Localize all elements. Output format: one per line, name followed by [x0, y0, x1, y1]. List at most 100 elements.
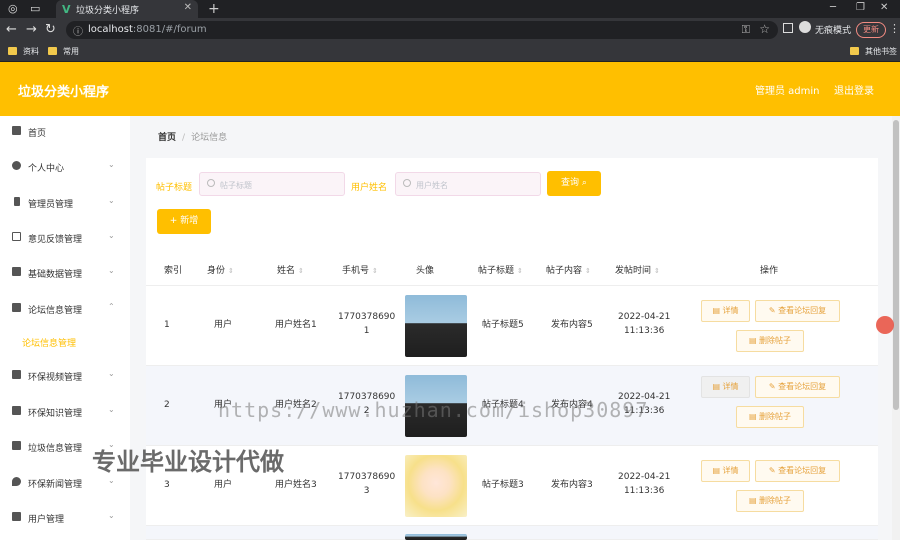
- breadcrumb: 首页 / 论坛信息: [158, 130, 227, 143]
- bookmark-folder[interactable]: 资料: [8, 46, 39, 57]
- delete-button[interactable]: ▤ 删除帖子: [736, 330, 804, 352]
- sort-icon: ⇕: [654, 267, 660, 275]
- bookmarks-bar: 资料 常用 其他书签: [0, 42, 900, 62]
- col-phone[interactable]: 手机号 ⇕: [342, 263, 378, 276]
- phone-icon: [14, 197, 20, 206]
- key-icon[interactable]: ⚿: [742, 23, 750, 37]
- copy-icon: [12, 232, 21, 241]
- location-icon: [12, 477, 21, 486]
- chevron-down-icon: ⌄: [108, 231, 115, 240]
- info-icon[interactable]: ⓘ: [73, 23, 83, 38]
- url-host: localhost: [88, 24, 133, 35]
- globe-icon[interactable]: ◎: [8, 3, 18, 15]
- delete-icon: ▤: [748, 336, 757, 345]
- incognito-icon: [799, 21, 811, 33]
- browser-tab-bar: ◎ ▭ V 垃圾分类小程序 ✕ + ─ ❐ ✕: [0, 0, 900, 18]
- folder-icon: [8, 47, 17, 55]
- col-name[interactable]: 姓名 ⇕: [277, 263, 304, 276]
- cell-name: 用户姓名1: [275, 320, 317, 330]
- scrollbar-thumb[interactable]: [893, 120, 899, 410]
- minimize-icon[interactable]: ─: [830, 2, 836, 13]
- back-icon[interactable]: ←: [6, 22, 17, 37]
- detail-button[interactable]: ▤ 详情: [701, 376, 750, 398]
- avatar: [405, 455, 467, 517]
- restore-icon[interactable]: ❐: [856, 2, 865, 13]
- view-replies-button[interactable]: ✎ 查看论坛回复: [755, 300, 840, 322]
- name-filter-input[interactable]: 用户姓名: [395, 172, 541, 196]
- folder-icon: [48, 47, 57, 55]
- reload-icon[interactable]: ↻: [45, 22, 56, 37]
- detail-icon: ▤: [712, 466, 720, 475]
- update-button[interactable]: 更新: [856, 22, 886, 38]
- cell-index: 1: [164, 320, 170, 330]
- window-icon[interactable]: ▭: [30, 3, 40, 15]
- sidebar-item-feedback[interactable]: 意见反馈管理 ⌄: [0, 226, 130, 250]
- title-filter-input[interactable]: 帖子标题: [199, 172, 345, 196]
- bookmark-star-icon[interactable]: ☆: [759, 22, 770, 36]
- text-watermark: 专业毕业设计代做: [92, 448, 284, 476]
- folder-icon: [850, 47, 859, 55]
- view-replies-button[interactable]: ✎ 查看论坛回复: [755, 376, 840, 398]
- col-content[interactable]: 帖子内容 ⇕: [546, 263, 591, 276]
- delete-button[interactable]: ▤ 删除帖子: [736, 490, 804, 512]
- close-window-icon[interactable]: ✕: [880, 2, 888, 13]
- sort-icon: ⇕: [228, 267, 234, 275]
- col-time[interactable]: 发帖时间 ⇕: [615, 263, 660, 276]
- logout-link[interactable]: 退出登录: [834, 82, 874, 97]
- col-avatar: 头像: [416, 266, 435, 276]
- cell-phone: 1770378690 1: [338, 312, 396, 336]
- url-field[interactable]: ⓘ localhost:8081/#/forum ⚿ ☆: [66, 21, 778, 39]
- view-replies-button[interactable]: ✎ 查看论坛回复: [755, 460, 840, 482]
- app-title: 垃圾分类小程序: [18, 85, 110, 100]
- table-row: 1 用户 用户姓名1 1770378690 1 帖子标题5 发布内容5 2022-…: [146, 286, 878, 366]
- admin-label[interactable]: 管理员 admin: [755, 82, 820, 97]
- sidebar-item-home[interactable]: 首页: [0, 120, 130, 144]
- flag-icon: [12, 370, 21, 379]
- cell-phone: 1770378690 3: [338, 472, 396, 496]
- address-bar: ← → ↻ ⓘ localhost:8081/#/forum ⚿ ☆ 无痕模式 …: [0, 18, 900, 42]
- grid-icon: [12, 267, 21, 276]
- plus-icon: +: [169, 216, 178, 226]
- chevron-down-icon: ⌄: [108, 266, 115, 275]
- sidebar-item-forum[interactable]: 论坛信息管理 ⌃: [0, 297, 130, 321]
- breadcrumb-home[interactable]: 首页: [158, 133, 176, 143]
- search-icon: [207, 179, 215, 187]
- sort-icon: ⇕: [585, 267, 591, 275]
- query-button[interactable]: 查询 ⌕: [547, 171, 601, 196]
- sort-icon: ⇕: [517, 267, 523, 275]
- cell-time: 2022-04-21 11:13:36: [618, 472, 671, 496]
- add-button[interactable]: + 新增: [157, 209, 211, 234]
- sidebar-item-admins[interactable]: 管理员管理 ⌄: [0, 191, 130, 215]
- col-role[interactable]: 身份 ⇕: [207, 263, 234, 276]
- sidebar-item-basedata[interactable]: 基础数据管理 ⌄: [0, 261, 130, 285]
- close-tab-icon[interactable]: ✕: [184, 2, 192, 13]
- other-bookmarks[interactable]: 其他书签: [850, 46, 897, 57]
- sort-icon: ⇕: [298, 267, 304, 275]
- detail-button[interactable]: ▤ 详情: [701, 460, 750, 482]
- sidebar-item-videos[interactable]: 环保视频管理 ⌄: [0, 364, 130, 388]
- home-icon: [12, 126, 21, 135]
- name-filter-label: 用户姓名: [351, 183, 388, 193]
- chevron-down-icon: ⌄: [108, 405, 115, 414]
- side-panel-icon[interactable]: [783, 23, 793, 33]
- cell-role: 用户: [214, 480, 233, 490]
- bookmark-folder[interactable]: 常用: [48, 46, 79, 57]
- sidebar-item-users[interactable]: 用户管理 ⌄: [0, 506, 130, 530]
- tab-title: 垃圾分类小程序: [76, 6, 140, 16]
- chevron-down-icon: ⌄: [108, 196, 115, 205]
- delete-button[interactable]: ▤ 删除帖子: [736, 406, 804, 428]
- sidebar-subitem-forum[interactable]: 论坛信息管理: [0, 332, 130, 352]
- more-menu-icon[interactable]: ⋮: [889, 22, 900, 35]
- cell-index: 2: [164, 400, 170, 410]
- new-tab-icon[interactable]: +: [208, 1, 220, 17]
- cell-name: 用户姓名3: [275, 480, 317, 490]
- incognito-label: 无痕模式: [815, 26, 852, 36]
- browser-tab[interactable]: V 垃圾分类小程序 ✕: [56, 0, 198, 18]
- col-title[interactable]: 帖子标题 ⇕: [478, 263, 523, 276]
- chevron-up-icon: ⌃: [108, 302, 115, 311]
- sidebar-item-profile[interactable]: 个人中心 ⌄: [0, 155, 130, 179]
- cell-content: 发布内容3: [551, 480, 593, 490]
- detail-button[interactable]: ▤ 详情: [701, 300, 750, 322]
- sidebar-item-knowledge[interactable]: 环保知识管理 ⌄: [0, 400, 130, 424]
- forward-icon[interactable]: →: [26, 22, 37, 37]
